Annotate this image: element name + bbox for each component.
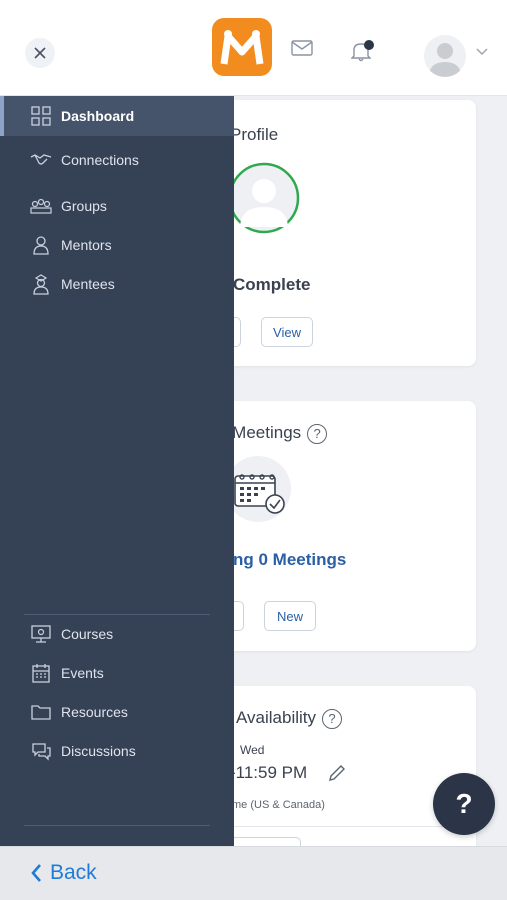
sidebar-item-mentors[interactable]: Mentors	[0, 225, 234, 265]
back-button[interactable]: Back	[30, 861, 97, 885]
sidebar-divider-bottom	[24, 825, 210, 826]
meetings-card: e Meetings? ng 0 Meetings New	[196, 401, 476, 651]
availability-timezone: me (US & Canada)	[232, 799, 325, 811]
sidebar-item-label: Dashboard	[61, 108, 135, 124]
logo-mark	[220, 30, 264, 65]
chevron-down-icon[interactable]	[476, 48, 488, 56]
availability-day: Wed	[240, 743, 265, 757]
close-menu-button[interactable]	[25, 38, 55, 68]
back-label: Back	[50, 861, 97, 884]
pencil-icon[interactable]	[328, 764, 346, 782]
new-meeting-button[interactable]: New	[264, 601, 316, 631]
meetings-count-text: ng 0 Meetings	[233, 550, 347, 569]
availability-divider	[232, 826, 476, 827]
availability-time: -11:59 PM	[230, 763, 308, 782]
availability-help-icon[interactable]: ?	[322, 708, 343, 729]
folder-icon	[31, 705, 51, 720]
handshake-icon	[30, 154, 52, 165]
profile-card-title: Profile	[230, 125, 279, 144]
sidebar-item-label: Discussions	[61, 743, 136, 759]
sidebar-item-resources[interactable]: Resources	[0, 692, 234, 732]
sidebar-item-label: Mentors	[61, 237, 112, 253]
meetings-help-icon[interactable]: ?	[307, 423, 328, 444]
app-logo[interactable]	[212, 18, 272, 76]
help-button[interactable]: ?	[433, 773, 495, 835]
mentee-icon	[33, 274, 49, 295]
availability-title-text: Availability	[236, 708, 317, 727]
sidebar-item-label: Groups	[61, 198, 107, 214]
availability-card-title: Availability?	[236, 708, 343, 729]
mentor-icon	[33, 236, 49, 255]
avatar[interactable]	[424, 35, 466, 77]
discussion-icon	[32, 743, 51, 761]
groups-icon	[30, 198, 52, 214]
courses-icon	[31, 625, 51, 643]
sidebar-menu: Dashboard Connections Groups Mentors Men…	[0, 96, 234, 846]
sidebar-item-label: Resources	[61, 704, 128, 720]
sidebar-item-events[interactable]: Events	[0, 653, 234, 693]
sidebar-item-label: Mentees	[61, 276, 115, 292]
calendar-check-icon	[225, 456, 291, 522]
sidebar-item-label: Events	[61, 665, 104, 681]
profile-view-button[interactable]: View	[261, 317, 313, 347]
profile-status-text: Complete	[233, 275, 311, 294]
bottom-bar: Back	[0, 846, 507, 900]
sidebar-item-courses[interactable]: Courses	[0, 614, 234, 654]
user-silhouette-icon	[429, 43, 461, 77]
sidebar-item-label: Connections	[61, 152, 139, 168]
sidebar-item-discussions[interactable]: Discussions	[0, 731, 234, 771]
sidebar-item-connections[interactable]: Connections	[0, 140, 234, 180]
mail-icon[interactable]	[291, 40, 313, 56]
dashboard-icon	[31, 106, 51, 126]
chevron-left-icon	[31, 864, 41, 882]
meetings-card-title: e Meetings?	[218, 423, 328, 444]
close-icon	[34, 47, 46, 59]
sidebar-item-groups[interactable]: Groups	[0, 186, 234, 226]
availability-card: Availability? Wed -11:59 PM me (US & Can…	[196, 686, 476, 867]
sidebar-item-label: Courses	[61, 626, 114, 642]
calendar-icon	[32, 664, 50, 683]
profile-progress-ring	[228, 162, 300, 234]
sidebar-item-mentees[interactable]: Mentees	[0, 264, 234, 304]
top-bar	[0, 0, 507, 96]
sidebar-item-dashboard[interactable]: Dashboard	[0, 96, 234, 136]
notification-dot	[364, 40, 374, 50]
profile-card: Profile Complete View	[196, 100, 476, 366]
